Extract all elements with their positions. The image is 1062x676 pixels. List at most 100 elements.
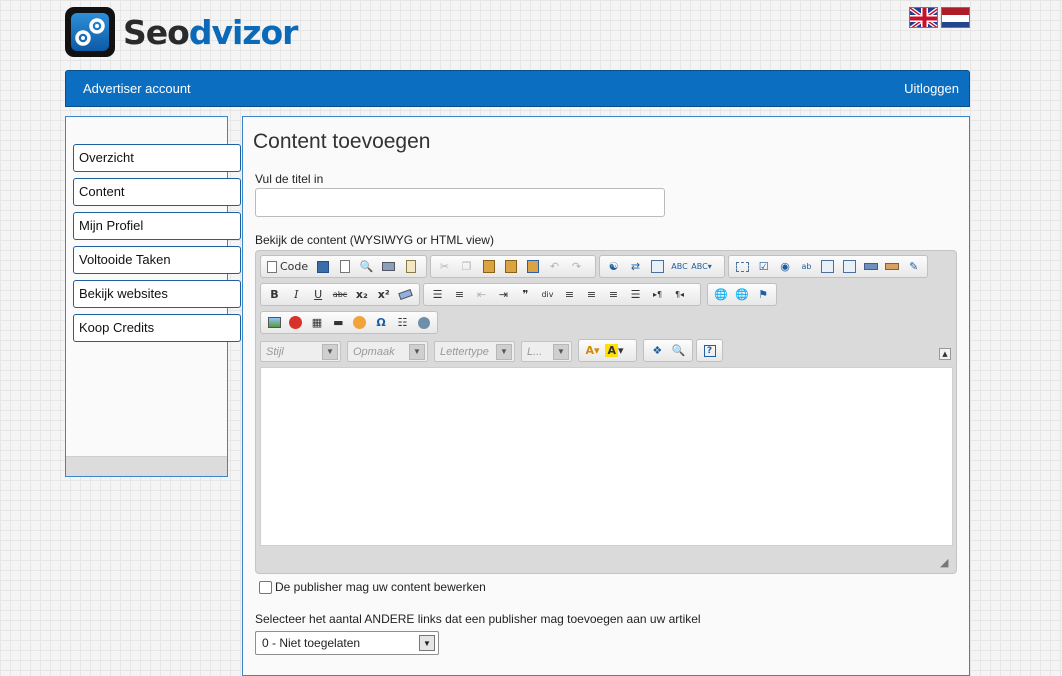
link-icon[interactable]: 🌐 [711, 285, 731, 304]
checkbox-icon[interactable]: ☑ [753, 257, 773, 276]
sidebar-item-overzicht[interactable]: Overzicht [73, 144, 241, 172]
rtl-icon[interactable]: ¶◂ [669, 285, 690, 304]
subscript-icon[interactable]: x₂ [351, 285, 372, 304]
chevron-down-icon: ▼ [553, 343, 569, 360]
style-combo[interactable]: Stijl ▼ [260, 341, 341, 362]
format-combo-label: Opmaak [353, 345, 395, 358]
textarea-icon[interactable] [818, 257, 838, 276]
anchor-icon[interactable]: ⚑ [753, 285, 773, 304]
paste-word-icon[interactable] [522, 257, 543, 276]
style-combo-label: Stijl [266, 345, 284, 358]
spellcheck-icon[interactable]: ABC [669, 257, 690, 276]
iframe-icon[interactable] [414, 313, 434, 332]
sidebar-item-content[interactable]: Content [73, 178, 241, 206]
toolbar-collapse-button[interactable]: ▲ [939, 348, 951, 360]
maximize-icon[interactable]: ❖ [647, 341, 668, 360]
bold-icon[interactable]: B [264, 285, 285, 304]
paste-icon[interactable] [478, 257, 499, 276]
logout-link[interactable]: Uitloggen [904, 81, 959, 96]
text-color-icon[interactable]: A▾ [582, 341, 603, 360]
radio-icon[interactable]: ◉ [775, 257, 795, 276]
scayt-icon[interactable]: ABC▾ [691, 257, 712, 276]
new-page-icon[interactable] [334, 257, 355, 276]
blockquote-icon[interactable]: ❞ [515, 285, 536, 304]
format-combo[interactable]: Opmaak ▼ [347, 341, 428, 362]
source-button[interactable]: Code [264, 257, 311, 276]
logo[interactable]: Seodvizor [65, 6, 298, 58]
toolbar-clipboard: ✂ ❐ ↶ ↷ [430, 255, 596, 278]
underline-icon[interactable]: U [308, 285, 329, 304]
ltr-icon[interactable]: ▸¶ [647, 285, 668, 304]
resize-grip-icon[interactable]: ◢ [940, 556, 948, 569]
align-center-icon[interactable]: ≡ [581, 285, 602, 304]
align-left-icon[interactable]: ≡ [559, 285, 580, 304]
align-right-icon[interactable]: ≡ [603, 285, 624, 304]
wysiwyg-editor: Code 🔍 ✂ ❐ ↶ ↷ ☯ ⇄ ABC ABC▾ ☑ ◉ ab ✎ B I… [255, 250, 957, 574]
smiley-icon[interactable] [350, 313, 370, 332]
preview-icon[interactable]: 🔍 [356, 257, 377, 276]
indent-icon[interactable]: ⇥ [493, 285, 514, 304]
special-char-icon[interactable]: Ω [371, 313, 391, 332]
horizontal-rule-icon[interactable]: ▬ [328, 313, 348, 332]
paste-text-icon[interactable] [500, 257, 521, 276]
numbered-list-icon[interactable]: ☰ [427, 285, 448, 304]
about-icon[interactable]: ? [700, 341, 719, 360]
print-icon[interactable] [378, 257, 399, 276]
table-icon[interactable]: ▦ [307, 313, 327, 332]
publisher-edit-checkbox[interactable] [259, 580, 272, 594]
size-combo-label: L... [527, 345, 543, 358]
pagebreak-icon[interactable]: ☷ [392, 313, 412, 332]
undo-icon[interactable]: ↶ [544, 257, 565, 276]
superscript-icon[interactable]: x² [373, 285, 394, 304]
select-icon[interactable] [839, 257, 859, 276]
size-combo[interactable]: L... ▼ [521, 341, 572, 362]
replace-icon[interactable]: ⇄ [625, 257, 646, 276]
sidebar-item-bekijk-websites[interactable]: Bekijk websites [73, 280, 241, 308]
sidebar-item-koop-credits[interactable]: Koop Credits [73, 314, 241, 342]
strike-icon[interactable]: abc [330, 285, 351, 304]
toolbar-editing: ☯ ⇄ ABC ABC▾ [599, 255, 725, 278]
redo-icon[interactable]: ↷ [566, 257, 587, 276]
italic-icon[interactable]: I [286, 285, 307, 304]
show-blocks-icon[interactable]: 🔍 [669, 341, 690, 360]
bg-color-icon[interactable]: A ▾ [604, 341, 625, 360]
title-input[interactable] [255, 188, 665, 217]
cut-icon[interactable]: ✂ [434, 257, 455, 276]
help-glyph: ? [703, 344, 716, 357]
editor-content-area[interactable] [260, 367, 953, 546]
div-icon[interactable]: div [537, 285, 558, 304]
page-title: Content toevoegen [253, 130, 431, 153]
uk-flag-icon[interactable] [909, 7, 938, 28]
hiddenfield-icon[interactable]: ✎ [904, 257, 924, 276]
toolbar-document: Code 🔍 [260, 255, 427, 278]
unlink-icon[interactable]: 🌐 [732, 285, 752, 304]
copy-icon[interactable]: ❐ [456, 257, 477, 276]
nl-flag-icon[interactable] [941, 7, 970, 28]
font-combo-label: Lettertype [440, 345, 489, 358]
sidebar: Overzicht Content Mijn Profiel Voltooide… [65, 116, 241, 477]
source-label: Code [280, 260, 309, 273]
bulleted-list-icon[interactable]: ≡ [449, 285, 470, 304]
find-icon[interactable]: ☯ [603, 257, 624, 276]
sidebar-item-voltooide-taken[interactable]: Voltooide Taken [73, 246, 241, 274]
image-icon[interactable] [264, 313, 284, 332]
textfield-icon[interactable]: ab [796, 257, 816, 276]
save-icon[interactable] [312, 257, 333, 276]
links-select[interactable]: 0 - Niet toegelaten ▼ [255, 631, 439, 655]
font-combo[interactable]: Lettertype ▼ [434, 341, 515, 362]
publisher-edit-option[interactable]: De publisher mag uw content bewerken [259, 580, 486, 594]
justify-icon[interactable]: ☰ [625, 285, 646, 304]
select-all-icon[interactable] [647, 257, 668, 276]
button-icon[interactable] [861, 257, 881, 276]
form-icon[interactable] [732, 257, 752, 276]
source-icon [267, 260, 277, 273]
sidebar-item-mijn-profiel[interactable]: Mijn Profiel [73, 212, 241, 240]
toolbar-forms: ☑ ◉ ab ✎ [728, 255, 928, 278]
flash-icon[interactable] [285, 313, 305, 332]
outdent-icon[interactable]: ⇤ [471, 285, 492, 304]
sidebar-footer [66, 456, 227, 476]
imagebutton-icon[interactable] [882, 257, 902, 276]
remove-format-icon[interactable] [395, 285, 416, 304]
advertiser-account-link[interactable]: Advertiser account [83, 81, 191, 96]
templates-icon[interactable] [400, 257, 421, 276]
